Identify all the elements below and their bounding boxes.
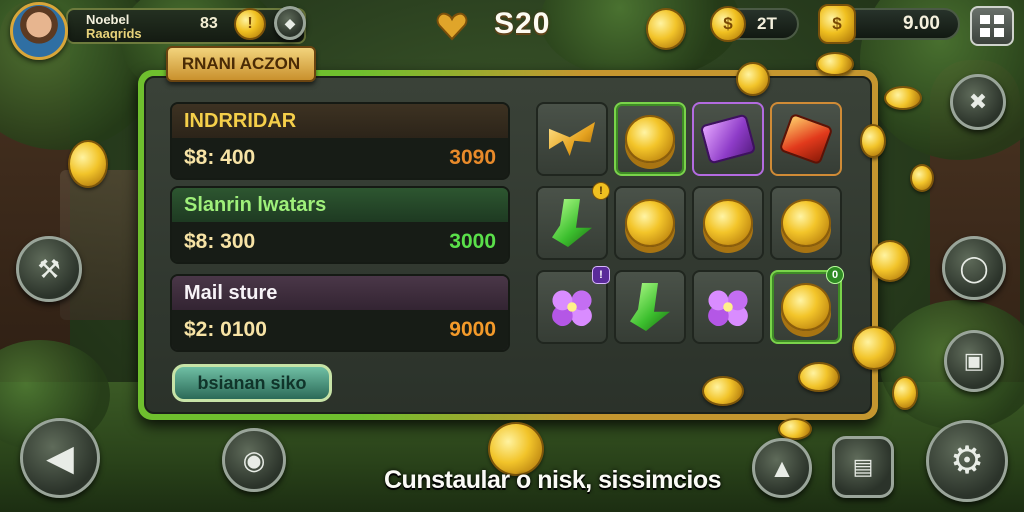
- gold-coin-icon: [816, 52, 854, 76]
- gold-coin-icon: [892, 376, 918, 410]
- notification-badge: !: [592, 266, 610, 284]
- purple-gem-icon: [699, 113, 757, 165]
- item-price: $8: 400: [184, 146, 256, 169]
- grid-slot-flower[interactable]: [692, 270, 764, 344]
- wrench-button[interactable]: ✖: [950, 74, 1006, 130]
- gold-bow-icon: [549, 122, 595, 156]
- settings-button[interactable]: ⚙: [926, 420, 1008, 502]
- gold-coin-icon: [68, 140, 108, 188]
- back-arrow-icon: ◀: [46, 437, 74, 478]
- heart-icon: [436, 12, 468, 41]
- back-arrow-button[interactable]: ◀: [20, 418, 100, 498]
- player-avatar-icon[interactable]: [10, 2, 68, 60]
- gold-coin-icon: [860, 124, 886, 158]
- item-alt-price: 3000: [449, 230, 496, 253]
- coin-stack-icon: [781, 199, 831, 247]
- notification-badge: !: [592, 182, 610, 200]
- up-arrow-button[interactable]: ▲: [752, 438, 812, 498]
- grid-slot-gold-bow[interactable]: [536, 102, 608, 176]
- hammer-icon: ⚒: [37, 254, 61, 284]
- gold-coin-icon: [646, 8, 686, 50]
- grid-slot-coins[interactable]: [614, 186, 686, 260]
- shield-coin-icon: $: [818, 4, 856, 44]
- menu-grid-icon: [980, 15, 1004, 37]
- up-arrow-icon: ▲: [769, 453, 795, 483]
- gold-coin-icon: [778, 418, 812, 440]
- ring-icon: ◯: [959, 253, 989, 283]
- gold-coin-icon: [884, 86, 922, 110]
- shop-item-row[interactable]: Slanrin lwatars $8: 300 3000: [170, 186, 510, 264]
- item-name: INDRRIDAR: [172, 104, 508, 138]
- settings-gear-icon: ⚙: [949, 440, 985, 482]
- grid-slot-green-leaf[interactable]: [614, 270, 686, 344]
- delete-button[interactable]: ▤: [832, 436, 894, 498]
- item-alt-price: 3090: [449, 146, 496, 169]
- grid-slot-coins[interactable]: [692, 186, 764, 260]
- phone-icon: ▣: [963, 348, 985, 373]
- tertiary-count: 9.00: [903, 13, 940, 34]
- grid-slot-purple-gem[interactable]: [692, 102, 764, 176]
- item-name: Mail sture: [172, 276, 508, 310]
- notification-badge: 0: [826, 266, 844, 284]
- camera-icon: ◉: [242, 445, 266, 475]
- wrench-icon: ✖: [968, 89, 988, 114]
- coin-stack-icon: [625, 199, 675, 247]
- coin-stack-icon: [781, 283, 831, 331]
- gold-coin-icon: [910, 164, 934, 192]
- subtitle-text: Cunstaular o nisk, sissimcios: [384, 466, 722, 494]
- red-gem-icon: [778, 112, 834, 166]
- grid-slot-coins[interactable]: 0: [770, 266, 844, 344]
- menu-grid-button[interactable]: [970, 6, 1014, 46]
- shop-item-row[interactable]: INDRRIDAR $8: 400 3090: [170, 102, 510, 180]
- item-price: $8: 300: [184, 230, 256, 253]
- item-price: $2: 0100: [184, 318, 267, 341]
- secondary-count: 2T: [757, 14, 777, 33]
- ring-button[interactable]: ◯: [942, 236, 1006, 300]
- action-button[interactable]: bsianan siko: [172, 364, 332, 402]
- grid-slot-green-leaf[interactable]: !: [536, 182, 610, 260]
- coin-stack-icon: [625, 115, 675, 163]
- player-name: Noebel: [86, 12, 130, 27]
- item-alt-price: 9000: [449, 318, 496, 341]
- shop-panel-inner: INDRRIDAR $8: 400 3090 Slanrin lwatars $…: [144, 76, 872, 414]
- gem-icon[interactable]: ◆: [274, 6, 306, 40]
- currency-value: S20: [494, 7, 551, 40]
- gold-coin-icon[interactable]: !: [234, 8, 266, 40]
- gold-coin-icon: [798, 362, 840, 392]
- player-subtitle: Raaqrids: [86, 26, 142, 41]
- coin-stack-icon: [703, 199, 753, 247]
- panel-tab-title[interactable]: RNANI ACZON: [166, 46, 316, 82]
- delete-icon: ▤: [852, 454, 874, 479]
- gold-coin-icon: [852, 326, 896, 370]
- camera-button[interactable]: ◉: [222, 428, 286, 492]
- player-count: 83: [200, 15, 218, 32]
- grid-slot-red-gem[interactable]: [770, 102, 842, 176]
- gold-coin-icon: [702, 376, 744, 406]
- shop-panel: INDRRIDAR $8: 400 3090 Slanrin lwatars $…: [138, 70, 878, 420]
- item-grid: ! ! 0: [536, 102, 844, 344]
- hammer-button[interactable]: ⚒: [16, 236, 82, 302]
- item-name: Slanrin lwatars: [172, 188, 508, 222]
- green-leaf-icon: [552, 199, 592, 247]
- gold-coin-icon: $: [710, 6, 746, 42]
- gold-coin-icon: [870, 240, 910, 282]
- grid-slot-coins[interactable]: [770, 186, 842, 260]
- purple-flower-icon: [704, 285, 752, 329]
- shop-item-row[interactable]: Mail sture $2: 0100 9000: [170, 274, 510, 352]
- green-leaf-icon: [630, 283, 670, 331]
- phone-button[interactable]: ▣: [944, 330, 1004, 392]
- gold-coin-icon: [736, 62, 770, 96]
- grid-slot-coins[interactable]: [614, 102, 686, 176]
- purple-flower-icon: [548, 285, 596, 329]
- grid-slot-flower[interactable]: !: [536, 266, 610, 344]
